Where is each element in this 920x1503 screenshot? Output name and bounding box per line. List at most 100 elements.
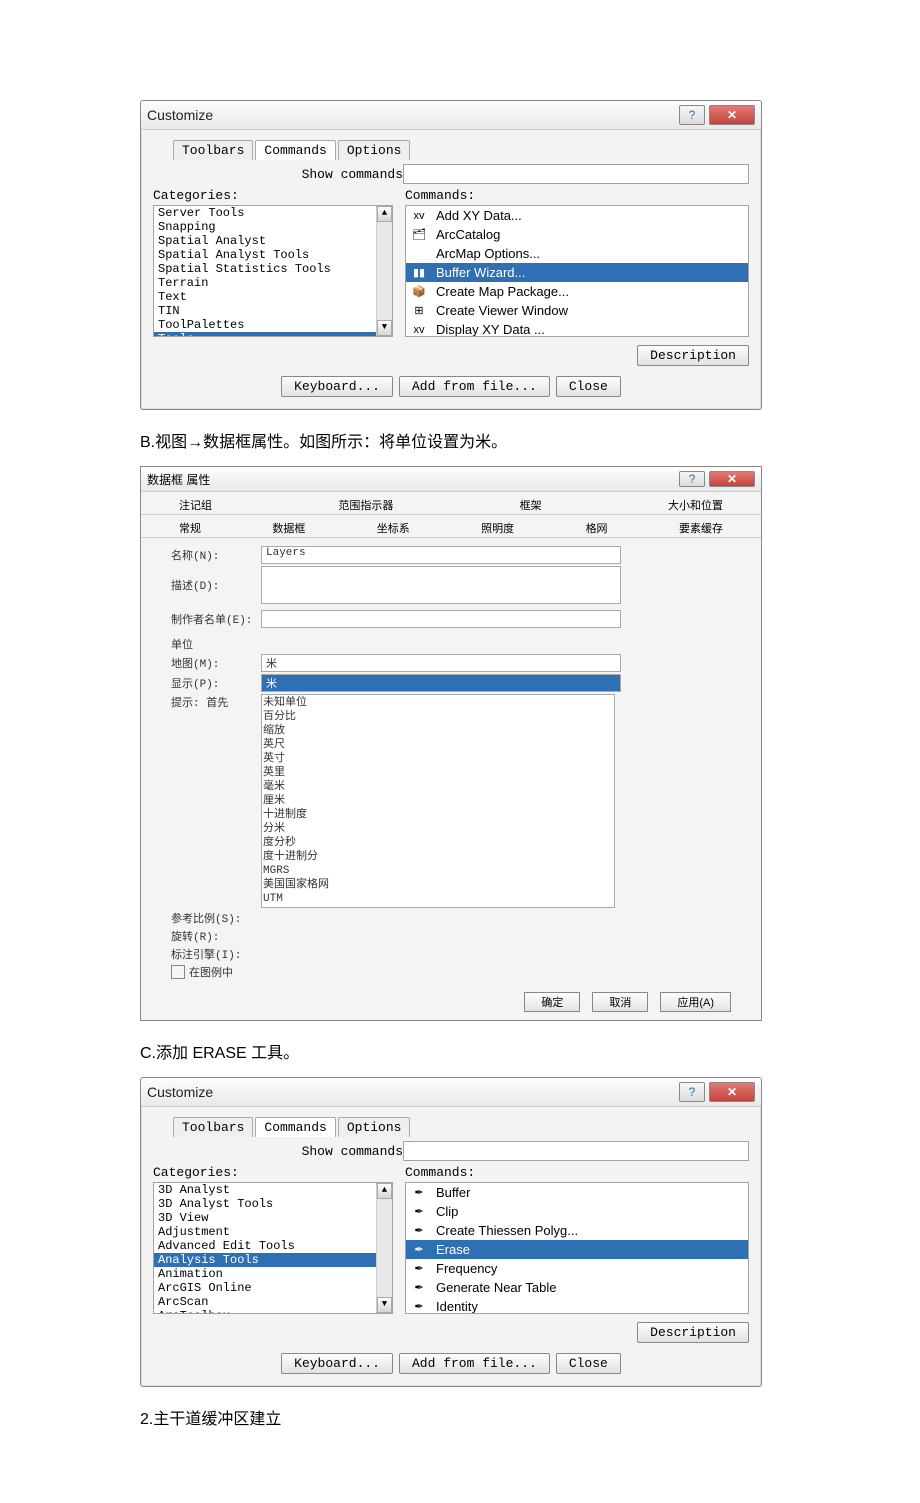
show-commands-input[interactable]	[403, 164, 749, 184]
keyboard-button[interactable]: Keyboard...	[281, 376, 393, 397]
list-item-selected[interactable]: Analysis Tools	[154, 1253, 392, 1267]
list-item[interactable]: Adjustment	[154, 1225, 392, 1239]
tab[interactable]: 数据框	[264, 519, 313, 537]
list-item-selected[interactable]: Tools	[154, 332, 392, 337]
command-item[interactable]: 📦Create Map Package...	[406, 282, 748, 301]
command-item[interactable]: xvDisplay XY Data ...	[406, 320, 748, 337]
list-item[interactable]: ToolPalettes	[154, 318, 392, 332]
command-item[interactable]: 🗂ArcCatalog	[406, 225, 748, 244]
dropdown-item[interactable]: 厘米	[263, 794, 613, 808]
list-item[interactable]: Terrain	[154, 276, 392, 290]
command-item[interactable]: ArcMap Options...	[406, 244, 748, 263]
scroll-up-icon[interactable]: ▲	[377, 206, 392, 222]
tab[interactable]: 范围指示器	[330, 496, 401, 514]
tab-commands[interactable]: Commands	[255, 140, 335, 160]
list-item[interactable]: ArcGIS Online	[154, 1281, 392, 1295]
close-button[interactable]: Close	[556, 376, 621, 397]
tab-toolbars[interactable]: Toolbars	[173, 1117, 253, 1137]
list-item[interactable]: Spatial Analyst	[154, 234, 392, 248]
dropdown-item[interactable]: 度分秒	[263, 836, 613, 850]
list-item[interactable]: Spatial Analyst Tools	[154, 248, 392, 262]
commands-listbox[interactable]: ✒Buffer ✒Clip ✒Create Thiessen Polyg... …	[405, 1182, 749, 1314]
dropdown-item[interactable]: 英尺	[263, 738, 613, 752]
dropdown-item[interactable]: 十进制度	[263, 808, 613, 822]
close-x-button[interactable]: ✕	[709, 1082, 755, 1102]
categories-listbox[interactable]: 3D Analyst 3D Analyst Tools 3D View Adju…	[153, 1182, 393, 1314]
dropdown-item[interactable]: 未知单位	[263, 696, 613, 710]
tab[interactable]: 要素缓存	[671, 519, 731, 537]
list-item[interactable]: Advanced Edit Tools	[154, 1239, 392, 1253]
scroll-down-icon[interactable]: ▼	[377, 320, 392, 336]
command-item[interactable]: ✒Buffer	[406, 1183, 748, 1202]
apply-button[interactable]: 应用(A)	[660, 992, 731, 1012]
categories-listbox[interactable]: Server Tools Snapping Spatial Analyst Sp…	[153, 205, 393, 337]
tab[interactable]: 大小和位置	[660, 496, 731, 514]
tab-options[interactable]: Options	[338, 140, 411, 160]
help-button[interactable]: ?	[679, 1082, 705, 1102]
list-item[interactable]: Animation	[154, 1267, 392, 1281]
tab[interactable]: 注记组	[171, 496, 220, 514]
dropdown-item[interactable]: 英里	[263, 766, 613, 780]
display-units-select[interactable]: 米	[261, 674, 621, 692]
ok-button[interactable]: 确定	[524, 992, 580, 1012]
dropdown-item[interactable]: 美国国家格网	[263, 878, 613, 892]
close-x-button[interactable]: ✕	[709, 105, 755, 125]
tab[interactable]: 格网	[578, 519, 616, 537]
tab-commands[interactable]: Commands	[255, 1117, 335, 1137]
desc-input[interactable]	[261, 566, 621, 604]
dropdown-item[interactable]: 毫米	[263, 780, 613, 794]
command-item-selected[interactable]: ✒Erase	[406, 1240, 748, 1259]
list-item[interactable]: Text	[154, 290, 392, 304]
dropdown-item[interactable]: 分米	[263, 822, 613, 836]
tab[interactable]: 常规	[171, 519, 209, 537]
list-item[interactable]: Server Tools	[154, 206, 392, 220]
command-item[interactable]: ✒Clip	[406, 1202, 748, 1221]
command-item[interactable]: xvAdd XY Data...	[406, 206, 748, 225]
scrollbar[interactable]: ▲ ▼	[376, 206, 392, 336]
list-item[interactable]: 3D Analyst	[154, 1183, 392, 1197]
close-button[interactable]: Close	[556, 1353, 621, 1374]
help-button[interactable]: ?	[679, 105, 705, 125]
list-item[interactable]: 3D Analyst Tools	[154, 1197, 392, 1211]
show-commands-input[interactable]	[403, 1141, 749, 1161]
legend-checkbox[interactable]	[171, 965, 185, 979]
command-item-selected[interactable]: ▮▮Buffer Wizard...	[406, 263, 748, 282]
dropdown-item[interactable]: 度十进制分	[263, 850, 613, 864]
tab-toolbars[interactable]: Toolbars	[173, 140, 253, 160]
dropdown-item[interactable]: 百分比	[263, 710, 613, 724]
keyboard-button[interactable]: Keyboard...	[281, 1353, 393, 1374]
dropdown-item[interactable]: 缩放	[263, 724, 613, 738]
tab[interactable]: 坐标系	[369, 519, 418, 537]
add-from-file-button[interactable]: Add from file...	[399, 376, 550, 397]
scroll-down-icon[interactable]: ▼	[377, 1297, 392, 1313]
list-item[interactable]: ArcToolbox	[154, 1309, 392, 1314]
command-item[interactable]: ✒Generate Near Table	[406, 1278, 748, 1297]
dropdown-item[interactable]: MGRS	[263, 864, 613, 878]
tab[interactable]: 照明度	[473, 519, 522, 537]
name-input[interactable]: Layers	[261, 546, 621, 564]
tab-options[interactable]: Options	[338, 1117, 411, 1137]
command-item[interactable]: ✒Create Thiessen Polyg...	[406, 1221, 748, 1240]
commands-listbox[interactable]: xvAdd XY Data... 🗂ArcCatalog ArcMap Opti…	[405, 205, 749, 337]
add-from-file-button[interactable]: Add from file...	[399, 1353, 550, 1374]
description-button[interactable]: Description	[637, 345, 749, 366]
dropdown-item[interactable]: UTM	[263, 892, 613, 906]
display-units-dropdown[interactable]: 未知单位 百分比 缩放 英尺 英寸 英里 毫米 厘米 十进制度 分米 度分秒 度…	[261, 694, 615, 908]
command-item[interactable]: ⊞Create Viewer Window	[406, 301, 748, 320]
scrollbar[interactable]: ▲ ▼	[376, 1183, 392, 1313]
cancel-button[interactable]: 取消	[592, 992, 648, 1012]
list-item[interactable]: Spatial Statistics Tools	[154, 262, 392, 276]
list-item[interactable]: Snapping	[154, 220, 392, 234]
map-units-select[interactable]: 米	[261, 654, 621, 672]
scroll-up-icon[interactable]: ▲	[377, 1183, 392, 1199]
close-x-button[interactable]: ✕	[709, 471, 755, 487]
command-item[interactable]: ✒Frequency	[406, 1259, 748, 1278]
list-item[interactable]: TIN	[154, 304, 392, 318]
command-item[interactable]: ✒Identity	[406, 1297, 748, 1314]
list-item[interactable]: 3D View	[154, 1211, 392, 1225]
description-button[interactable]: Description	[637, 1322, 749, 1343]
dropdown-item[interactable]: 英寸	[263, 752, 613, 766]
help-button[interactable]: ?	[679, 471, 705, 487]
tab[interactable]: 框架	[512, 496, 550, 514]
list-item[interactable]: ArcScan	[154, 1295, 392, 1309]
